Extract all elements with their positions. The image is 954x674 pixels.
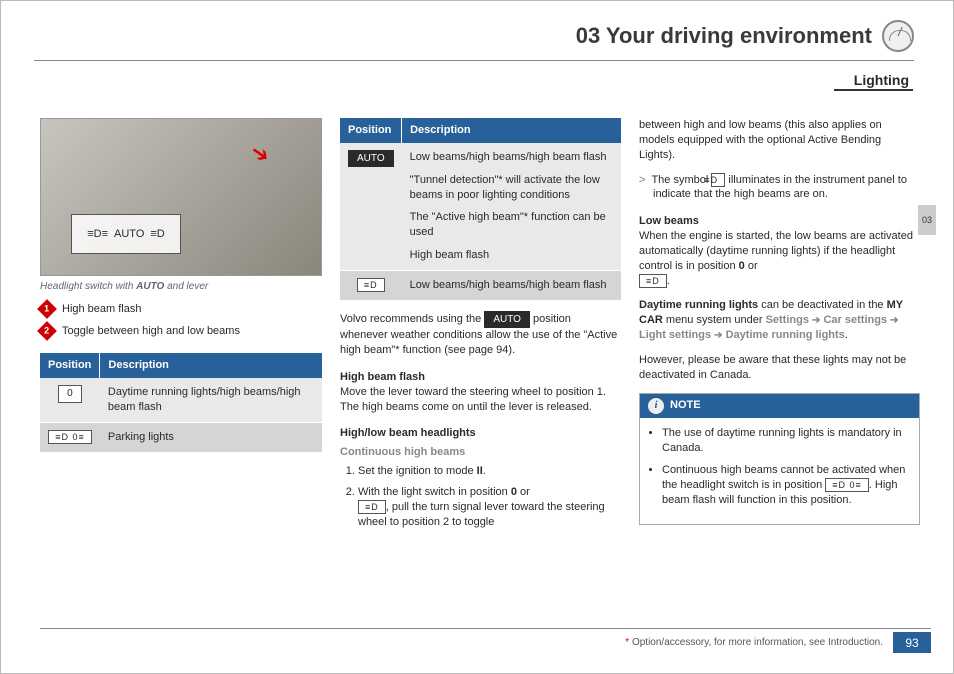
- chapter-tab: 03: [918, 205, 936, 235]
- low-beams-text: When the engine is started, the low beam…: [639, 229, 920, 288]
- note-box: i NOTE The use of daytime running lights…: [639, 393, 920, 525]
- auto-icon: AUTO: [348, 150, 394, 168]
- info-icon: i: [648, 398, 664, 414]
- parking-lights-icon: ≡D 0≡: [48, 430, 92, 444]
- position-0-icon: 0: [58, 385, 82, 403]
- low-beam-icon: ≡D: [357, 278, 385, 292]
- low-beam-icon: ≡D: [358, 500, 386, 514]
- low-beam-icon: ≡D: [639, 274, 667, 288]
- footer: * Option/accessory, for more information…: [40, 628, 931, 656]
- heading-high-beam-flash: High beam flash: [340, 370, 621, 385]
- figure-caption: Headlight switch with AUTO and lever: [40, 280, 322, 294]
- continuation-text: between high and low beams (this also ap…: [639, 118, 920, 163]
- photo-detail-box: ≡D≡AUTO≡D: [71, 214, 181, 254]
- heading-high-low-beam: High/low beam headlights: [340, 426, 621, 441]
- steps-list: Set the ignition to mode II. With the li…: [358, 464, 621, 529]
- drl-text: Daytime running lights can be deactivate…: [639, 298, 920, 343]
- recommendation-text: Volvo recommends using the AUTO position…: [340, 311, 621, 358]
- page-number: 93: [893, 632, 931, 653]
- legend-item-1: 1 High beam flash: [40, 302, 322, 317]
- high-beam-flash-text: Move the lever toward the steering wheel…: [340, 385, 621, 415]
- position-table-2: PositionDescription AUTO Low beams/high …: [340, 118, 621, 301]
- header-rule: [34, 60, 914, 61]
- footer-note: * Option/accessory, for more information…: [625, 637, 883, 648]
- column-3: between high and low beams (this also ap…: [639, 118, 920, 536]
- heading-low-beams: Low beams: [639, 214, 920, 229]
- badge-1-icon: 1: [37, 299, 57, 319]
- legend-item-2: 2 Toggle between high and low beams: [40, 324, 322, 339]
- note-item-2: Continuous high beams cannot be activate…: [662, 463, 909, 508]
- symbol-bullet: >The symbol ≡D illuminates in the instru…: [639, 173, 920, 203]
- badge-2-icon: 2: [37, 321, 57, 341]
- position-table-1: PositionDescription 0 Daytime running li…: [40, 353, 322, 452]
- section-title: Lighting: [834, 72, 913, 91]
- however-text: However, please be aware that these ligh…: [639, 353, 920, 383]
- parking-lights-icon: ≡D 0≡: [825, 478, 869, 492]
- auto-icon: AUTO: [484, 311, 530, 329]
- chapter-title: 03 Your driving environment: [576, 23, 872, 49]
- headlight-switch-photo: ➔ ≡D≡AUTO≡D: [40, 118, 322, 276]
- gauge-icon: [882, 20, 914, 52]
- high-beam-indicator-icon: ≡D: [711, 173, 725, 187]
- heading-continuous-high: Continuous high beams: [340, 445, 621, 460]
- note-item-1: The use of daytime running lights is man…: [662, 426, 909, 456]
- arrow-icon: ➔: [244, 136, 276, 171]
- note-title: NOTE: [670, 398, 701, 413]
- column-1: ➔ ≡D≡AUTO≡D Headlight switch with AUTO a…: [40, 118, 322, 536]
- column-2: PositionDescription AUTO Low beams/high …: [340, 118, 621, 536]
